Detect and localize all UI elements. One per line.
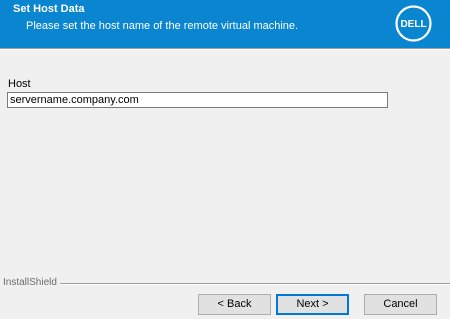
back-button[interactable]: < Back xyxy=(198,294,271,315)
installshield-brand: InstallShield xyxy=(3,277,57,288)
svg-text:DELL: DELL xyxy=(400,19,426,30)
cancel-button[interactable]: Cancel xyxy=(364,294,437,315)
footer-divider-highlight xyxy=(60,284,450,285)
page-title: Set Host Data xyxy=(13,3,85,15)
header-divider-highlight xyxy=(0,49,450,50)
next-button[interactable]: Next > xyxy=(276,294,349,315)
host-label: Host xyxy=(8,78,31,90)
page-subtitle: Please set the host name of the remote v… xyxy=(26,20,299,32)
installer-window: Set Host Data Please set the host name o… xyxy=(0,0,450,319)
host-input[interactable] xyxy=(7,92,388,108)
header-banner: Set Host Data Please set the host name o… xyxy=(0,0,450,48)
dell-logo-icon: DELL xyxy=(395,5,432,42)
